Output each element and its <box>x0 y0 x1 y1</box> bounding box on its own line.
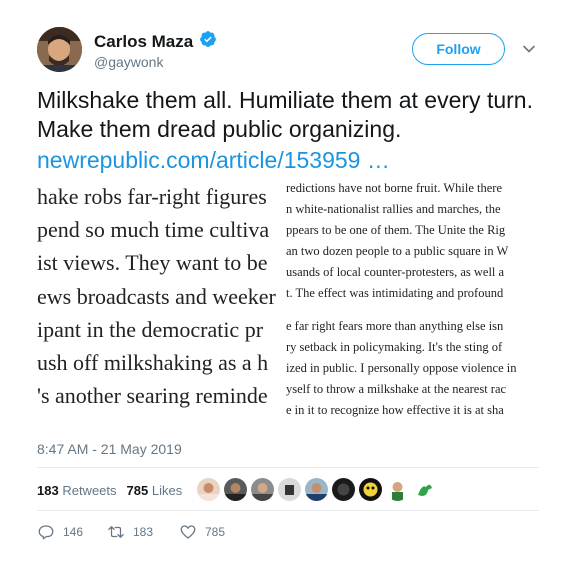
tweet-body: Milkshake them all. Humiliate them at ev… <box>37 87 533 142</box>
liker-avatar[interactable] <box>413 478 436 501</box>
reply-button[interactable]: 146 <box>37 523 83 541</box>
engagement-stats: 183 Retweets 785 Likes <box>37 483 182 498</box>
article-right-line: n white-nationalist rallies and marches,… <box>286 202 501 216</box>
liker-avatar[interactable] <box>251 478 274 501</box>
article-right-line: usands of local counter-protesters, as w… <box>286 265 505 279</box>
article-right-line: ry setback in policymaking. It's the sti… <box>286 340 503 354</box>
retweets-stat[interactable]: 183 Retweets <box>37 483 117 498</box>
article-right-line: ppears to be one of them. The Unite the … <box>286 223 506 237</box>
author-name[interactable]: Carlos Maza <box>94 32 193 52</box>
retweet-icon <box>108 526 124 538</box>
reply-count: 146 <box>63 525 84 539</box>
retweets-label: Retweets <box>62 483 117 498</box>
chevron-down-icon[interactable] <box>522 42 536 56</box>
article-left-line: pend so much time cultiva <box>37 217 270 242</box>
follow-button[interactable]: Follow <box>412 33 505 65</box>
article-left-line: ush off milkshaking as a h <box>37 350 269 375</box>
article-left-line: ews broadcasts and weeker <box>37 284 276 309</box>
reply-icon <box>38 525 54 540</box>
retweets-count: 183 <box>37 483 59 498</box>
article-image[interactable]: hake robs far-right figures pend so much… <box>37 176 539 426</box>
liker-avatar[interactable] <box>278 478 301 501</box>
liker-avatar[interactable] <box>305 478 328 501</box>
liker-avatar[interactable] <box>332 478 355 501</box>
article-right-column: redictions have not borne fruit. While t… <box>286 176 539 426</box>
verified-badge-icon <box>199 30 217 53</box>
like-count: 785 <box>205 525 226 539</box>
author-handle[interactable]: @gaywonk <box>94 54 163 70</box>
author-avatar[interactable] <box>37 27 82 72</box>
likes-count: 785 <box>126 483 149 498</box>
retweet-button[interactable]: 183 <box>107 523 153 541</box>
liker-avatar[interactable] <box>359 478 382 501</box>
like-button[interactable]: 785 <box>179 523 225 541</box>
article-right-line: an two dozen people to a public square i… <box>286 244 509 258</box>
tweet-text: Milkshake them all. Humiliate them at ev… <box>37 86 547 175</box>
liker-avatar[interactable] <box>224 478 247 501</box>
article-left-column: hake robs far-right figures pend so much… <box>37 176 290 426</box>
retweet-count: 183 <box>133 525 154 539</box>
likes-stat[interactable]: 785 Likes <box>127 483 183 498</box>
article-right-line: ized in public. I personally oppose viol… <box>286 361 517 375</box>
divider <box>37 510 539 511</box>
liker-avatars <box>197 478 436 501</box>
heart-icon <box>180 525 196 539</box>
article-right-line: yself to throw a milkshake at the neares… <box>286 382 507 396</box>
article-left-line: ist views. They want to be <box>37 250 268 275</box>
article-right-line: e far right fears more than anything els… <box>286 319 504 333</box>
article-right-line: redictions have not borne fruit. While t… <box>286 181 503 195</box>
tweet-header: Carlos Maza @gaywonk Follow <box>0 0 572 80</box>
likes-label: Likes <box>151 483 183 498</box>
article-right-line: t. The effect was intimidating and profo… <box>286 286 504 300</box>
article-left-line: hake robs far-right figures <box>37 184 267 209</box>
tweet-timestamp[interactable]: 8:47 AM - 21 May 2019 <box>37 441 182 457</box>
liker-avatar[interactable] <box>197 478 220 501</box>
article-right-line: e in it to recognize how effective it is… <box>286 403 504 417</box>
article-left-line: 's another searing reminde <box>37 383 268 408</box>
liker-avatar[interactable] <box>386 478 409 501</box>
tweet-link[interactable]: newrepublic.com/article/153959 … <box>37 146 547 175</box>
article-left-line: ipant in the democratic pr <box>37 317 264 342</box>
divider <box>37 467 539 468</box>
